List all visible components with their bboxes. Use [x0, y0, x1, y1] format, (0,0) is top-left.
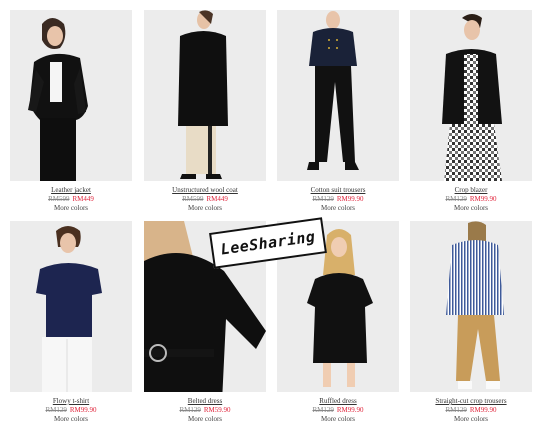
model-wool-coat-image: [144, 10, 266, 181]
more-colors-link[interactable]: More colors: [277, 204, 399, 212]
more-colors-link[interactable]: More colors: [410, 204, 532, 212]
sale-price: RM99.90: [336, 406, 364, 414]
product-name[interactable]: Ruffled dress: [277, 397, 399, 405]
more-colors-link[interactable]: More colors: [10, 415, 132, 423]
sale-price: RM449: [72, 195, 94, 203]
more-colors-link[interactable]: More colors: [144, 204, 266, 212]
product-name[interactable]: Cotton suit trousers: [277, 186, 399, 194]
more-colors-link[interactable]: More colors: [10, 204, 132, 212]
original-price: RM129: [445, 406, 467, 414]
sale-price: RM99.90: [469, 406, 497, 414]
original-price: RM129: [445, 195, 467, 203]
more-colors-link[interactable]: More colors: [144, 415, 266, 423]
original-price: RM129: [179, 406, 201, 414]
product-image[interactable]: [10, 221, 132, 392]
more-colors-link[interactable]: More colors: [277, 415, 399, 423]
product-image[interactable]: [410, 221, 532, 392]
original-price: RM129: [312, 406, 334, 414]
sale-price: RM449: [206, 195, 228, 203]
product-name[interactable]: Unstructured wool coat: [144, 186, 266, 194]
product-card-flowy-tshirt[interactable]: Flowy t-shirt RM129 RM99.90 More colors: [10, 221, 132, 423]
more-colors-link[interactable]: More colors: [410, 415, 532, 423]
product-card-suit-trousers[interactable]: Cotton suit trousers RM129 RM99.90 More c…: [277, 10, 399, 212]
product-name[interactable]: Straight-cut crop trousers: [410, 397, 532, 405]
product-card-crop-trousers[interactable]: Straight-cut crop trousers RM129 RM99.90 …: [410, 221, 532, 423]
model-flowy-tshirt-image: [10, 221, 132, 392]
product-image[interactable]: [410, 10, 532, 181]
model-leather-jacket-image: [10, 10, 132, 181]
model-suit-trousers-image: [277, 10, 399, 181]
original-price: RM599: [48, 195, 70, 203]
product-name[interactable]: Belted dress: [144, 397, 266, 405]
product-name[interactable]: Leather jacket: [10, 186, 132, 194]
original-price: RM129: [312, 195, 334, 203]
model-crop-blazer-image: [410, 10, 532, 181]
sale-price: RM99.90: [69, 406, 97, 414]
product-card-crop-blazer[interactable]: Crop blazer RM129 RM99.90 More colors: [410, 10, 532, 212]
product-card-wool-coat[interactable]: Unstructured wool coat RM599 RM449 More c…: [144, 10, 266, 212]
product-name[interactable]: Flowy t-shirt: [10, 397, 132, 405]
model-crop-trousers-image: [410, 221, 532, 392]
product-image[interactable]: [10, 10, 132, 181]
original-price: RM129: [45, 406, 67, 414]
watermark-text: LeeSharing: [219, 227, 317, 259]
sale-price: RM99.90: [336, 195, 364, 203]
product-image[interactable]: [277, 10, 399, 181]
sale-price: RM99.90: [469, 195, 497, 203]
product-card-leather-jacket[interactable]: Leather jacket RM599 RM449 More colors: [10, 10, 132, 212]
original-price: RM599: [182, 195, 204, 203]
product-name[interactable]: Crop blazer: [410, 186, 532, 194]
sale-price: RM59.90: [203, 406, 231, 414]
product-image[interactable]: [144, 10, 266, 181]
